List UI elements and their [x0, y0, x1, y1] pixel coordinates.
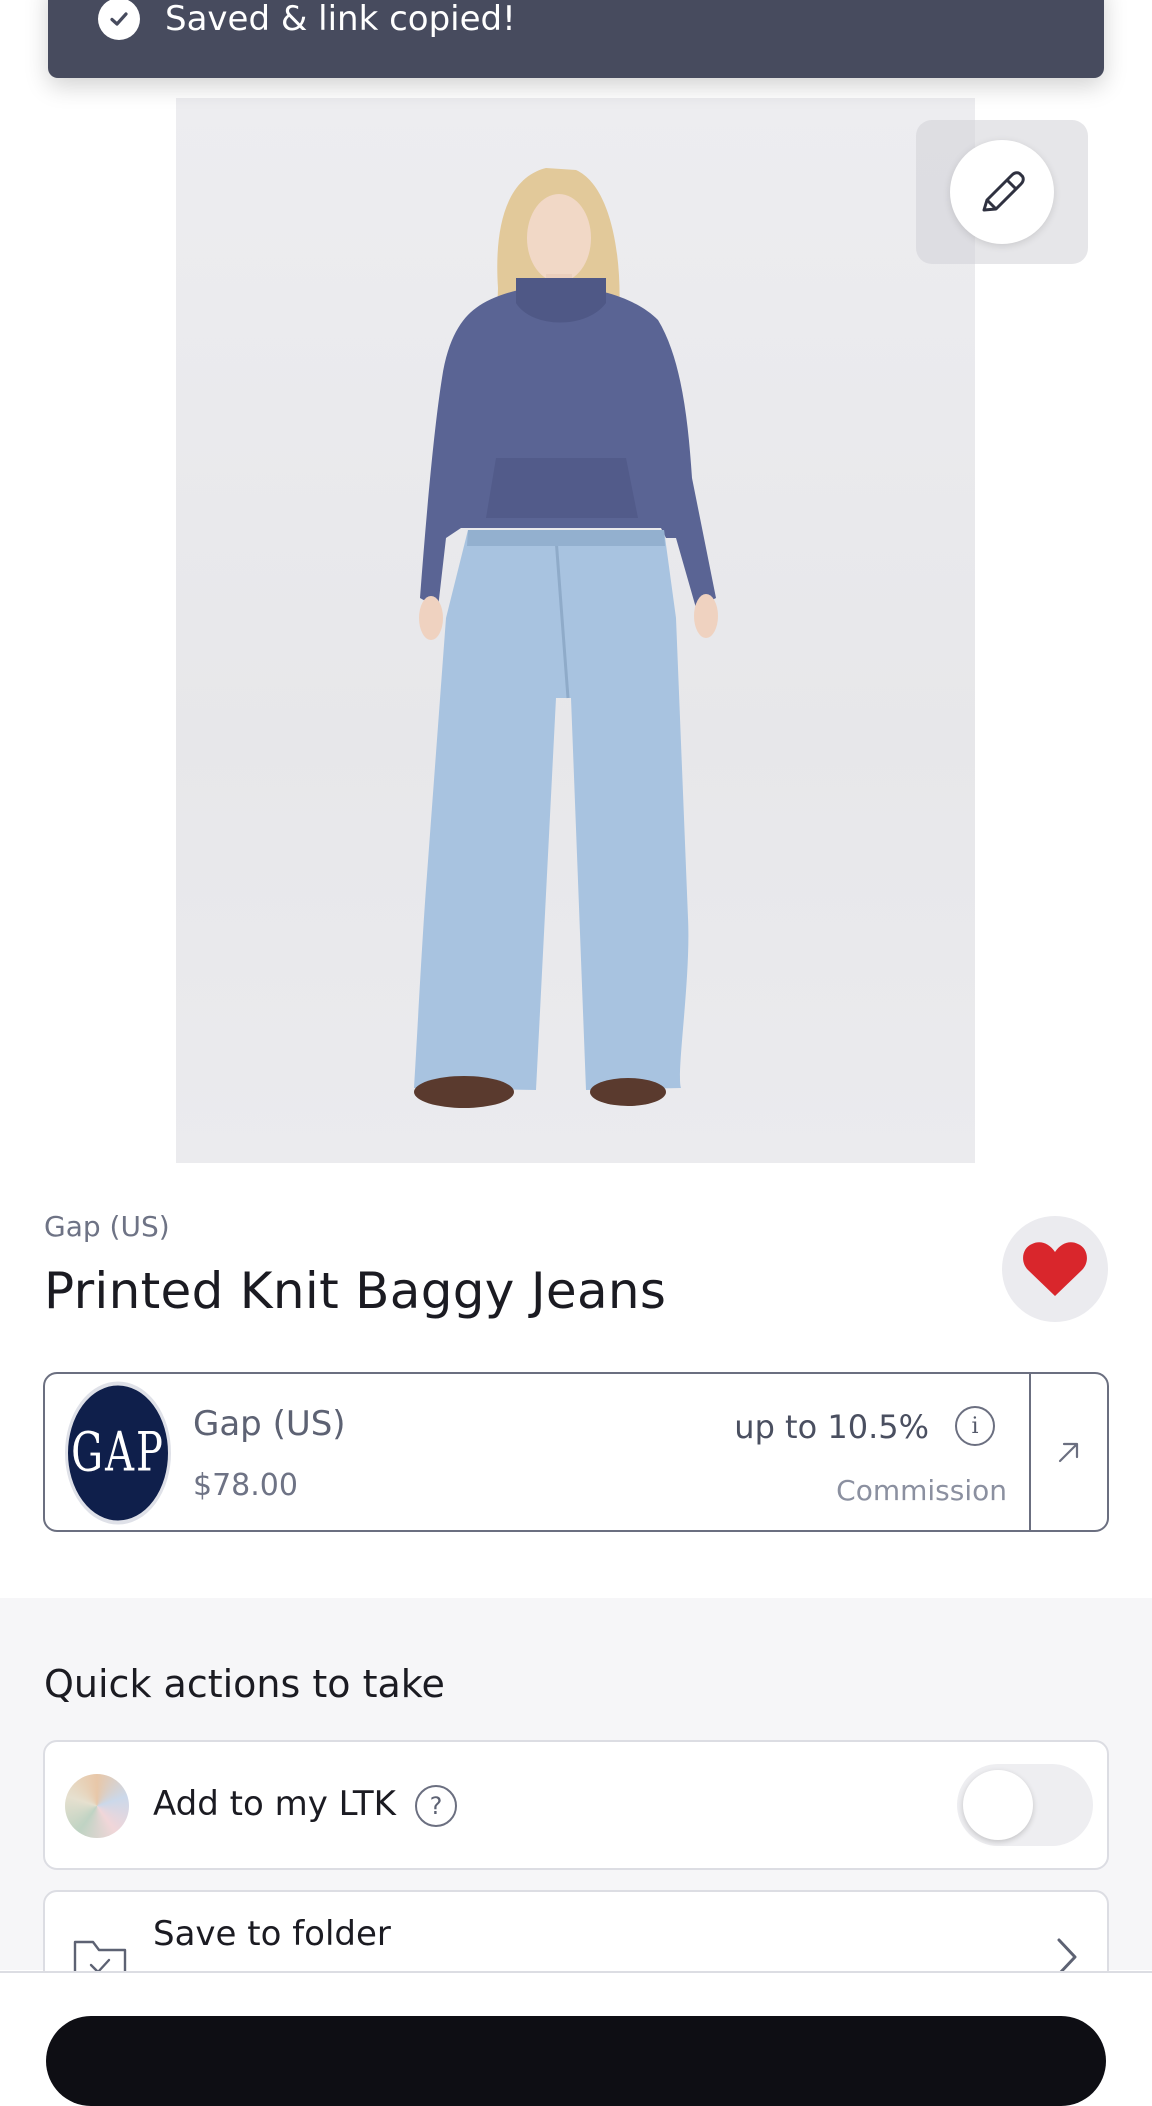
question-icon[interactable]: ?: [415, 1785, 457, 1827]
product-title: Printed Knit Baggy Jeans: [44, 1262, 667, 1320]
heart-icon: [1023, 1242, 1087, 1296]
bottom-divider: [0, 1971, 1152, 1973]
check-icon: [98, 0, 140, 40]
gap-logo: GAP: [65, 1381, 171, 1525]
pencil-icon: [982, 171, 1025, 212]
toast-notification: Saved & link copied!: [48, 0, 1104, 78]
quick-actions-title: Quick actions to take: [44, 1662, 445, 1706]
toast-message: Saved & link copied!: [165, 0, 516, 39]
add-to-ltk-row[interactable]: Add to my LTK ?: [43, 1740, 1109, 1870]
commission-rate: up to 10.5%: [734, 1408, 929, 1446]
commission-label: Commission: [836, 1474, 1007, 1507]
primary-action-button[interactable]: [46, 2016, 1106, 2106]
retailer-card[interactable]: GAP Gap (US) $78.00 up to 10.5% i Commis…: [43, 1372, 1109, 1532]
add-to-ltk-label: Add to my LTK: [153, 1784, 396, 1824]
info-icon[interactable]: i: [955, 1406, 995, 1446]
save-to-folder-label: Save to folder: [153, 1914, 391, 1954]
edit-button-container: [916, 120, 1088, 264]
external-link-button[interactable]: [1031, 1374, 1107, 1530]
edit-button[interactable]: [950, 140, 1054, 244]
product-image: [176, 98, 975, 1163]
product-price: $78.00: [193, 1468, 298, 1503]
quick-actions-section: Quick actions to take Add to my LTK ? Sa…: [0, 1598, 1152, 2050]
add-to-ltk-toggle[interactable]: [957, 1764, 1093, 1846]
favorite-button[interactable]: [1002, 1216, 1108, 1322]
retailer-name: Gap (US): [193, 1404, 346, 1444]
toggle-knob: [963, 1770, 1033, 1840]
arrow-up-right-icon: [1058, 1442, 1079, 1463]
ltk-avatar: [65, 1774, 129, 1838]
model-photo: [414, 168, 718, 1108]
product-retailer: Gap (US): [44, 1210, 170, 1243]
